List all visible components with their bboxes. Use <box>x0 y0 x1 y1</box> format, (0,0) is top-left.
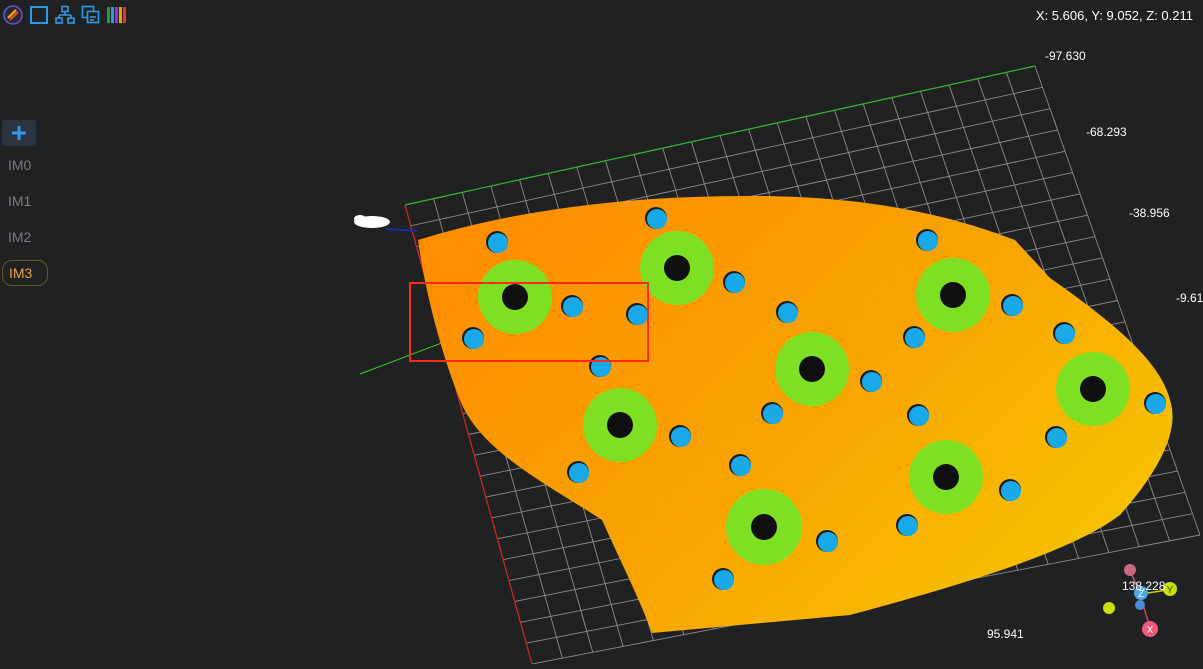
hole-feature <box>731 456 751 476</box>
hole-feature <box>1055 324 1075 344</box>
hole-feature <box>647 209 667 229</box>
hole-feature <box>671 427 691 447</box>
square-select-icon[interactable] <box>28 4 50 26</box>
logo-icon[interactable] <box>2 4 24 26</box>
hole-feature <box>1003 296 1023 316</box>
hole-feature <box>464 329 484 349</box>
point-cloud-surface <box>418 195 1173 633</box>
image-item-im1[interactable]: IM1 <box>2 188 46 214</box>
coordinate-readout: X: 5.606, Y: 9.052, Z: 0.211 <box>1035 8 1193 23</box>
hole-feature <box>1001 481 1021 501</box>
image-list-panel: IM0 IM1 IM2 IM3 <box>2 120 48 296</box>
hole-feature <box>1047 428 1067 448</box>
ring-hole <box>940 282 966 308</box>
hole-feature <box>628 305 648 325</box>
copy-windows-icon[interactable] <box>80 4 102 26</box>
ring-hole <box>933 464 959 490</box>
color-bars-icon[interactable] <box>106 4 128 26</box>
axis-label-y4: -9.61 <box>1176 291 1203 305</box>
axis-label-y3: -38.956 <box>1129 206 1170 220</box>
hole-feature <box>563 297 583 317</box>
ring-hole <box>664 255 690 281</box>
hole-feature <box>818 532 838 552</box>
gizmo-neg-y <box>1103 602 1115 614</box>
toolbar <box>2 3 128 27</box>
axis-label-z1: 138.228 <box>1122 579 1166 593</box>
hole-feature <box>918 231 938 251</box>
axis-label-x1: 95.941 <box>987 627 1024 641</box>
3d-scene[interactable]: X Y Z <box>0 0 1203 665</box>
hierarchy-icon[interactable] <box>54 4 76 26</box>
hole-feature <box>488 233 508 253</box>
gizmo-center <box>1135 600 1145 610</box>
svg-text:Y: Y <box>1167 585 1174 596</box>
hole-feature <box>862 372 882 392</box>
hole-feature <box>909 406 929 426</box>
gizmo-neg-z <box>1124 564 1136 576</box>
axis-label-y1: -97.630 <box>1045 49 1086 63</box>
point-cloud-viewport[interactable]: X Y Z -97.630 -68.293 -38.956 -9.61 95.9… <box>0 0 1203 665</box>
image-item-im3[interactable]: IM3 <box>2 260 48 286</box>
svg-text:X: X <box>1147 625 1154 636</box>
ring-hole <box>607 412 633 438</box>
hole-feature <box>1146 394 1166 414</box>
hole-feature <box>569 463 589 483</box>
ring-hole <box>1080 376 1106 402</box>
image-item-im2[interactable]: IM2 <box>2 224 46 250</box>
hole-feature <box>898 516 918 536</box>
hole-feature <box>725 273 745 293</box>
hole-feature <box>763 404 783 424</box>
plus-icon <box>12 126 26 140</box>
add-image-button[interactable] <box>2 120 36 146</box>
orientation-gizmo[interactable]: X Y Z <box>1103 564 1177 637</box>
hole-feature <box>905 328 925 348</box>
image-item-im0[interactable]: IM0 <box>2 152 46 178</box>
ring-hole <box>751 514 777 540</box>
axis-label-y2: -68.293 <box>1086 125 1127 139</box>
ring-hole <box>799 356 825 382</box>
hole-feature <box>778 303 798 323</box>
ring-hole <box>502 284 528 310</box>
hole-feature <box>714 570 734 590</box>
